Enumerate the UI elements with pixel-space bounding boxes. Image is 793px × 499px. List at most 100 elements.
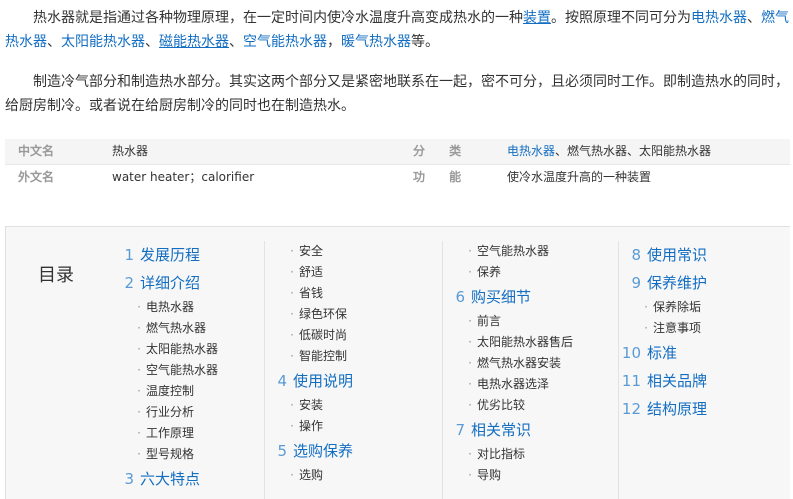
bullet-dot-icon: ·	[137, 321, 141, 335]
bullet-dot-icon: ·	[137, 300, 141, 314]
toc-section-number: 4	[277, 372, 287, 390]
bullet-dot-icon: ·	[137, 363, 141, 377]
toc-subsection[interactable]: · 智能控制	[265, 346, 434, 367]
toc-section-12[interactable]: 12 结构原理	[619, 395, 788, 423]
toc-item-text: 行业分析	[146, 405, 195, 419]
toc-item-text: 前言	[477, 314, 502, 328]
toc-item-text: 智能控制	[299, 349, 348, 363]
toc-item-text: 相关品牌	[647, 372, 708, 390]
toc-item-text: 电热水器	[146, 300, 195, 314]
toc-subsection[interactable]: · 安装	[265, 395, 434, 416]
toc-item-text: 低碳时尚	[299, 328, 348, 342]
toc-subsection[interactable]: · 工作原理	[112, 423, 262, 444]
toc-item-text: 绿色环保	[299, 307, 348, 321]
toc-item-text: 保养	[477, 265, 502, 279]
toc-section-number: 1	[124, 246, 134, 264]
toc-subsection[interactable]: · 保养	[443, 262, 617, 283]
bullet-dot-icon: ·	[468, 314, 472, 328]
link-device[interactable]: 装置	[523, 10, 551, 26]
toc-item-text: 相关常识	[471, 421, 532, 439]
toc-subsection[interactable]: · 绿色环保	[265, 304, 434, 325]
toc-subsection[interactable]: · 导购	[443, 465, 617, 486]
bullet-dot-icon: ·	[137, 447, 141, 461]
toc-subsection[interactable]: · 安全	[265, 241, 434, 262]
bullet-dot-icon: ·	[468, 447, 472, 461]
toc-item-text: 选购	[299, 468, 324, 482]
value-category: 电热水器、燃气热水器、太阳能热水器	[507, 139, 711, 164]
toc-section-2[interactable]: 2 详细介绍	[112, 269, 262, 297]
toc-item-text: 发展历程	[140, 246, 201, 264]
toc-subsection[interactable]: · 对比指标	[443, 444, 617, 465]
toc-section-7[interactable]: 7 相关常识	[443, 416, 617, 444]
toc-subsection[interactable]: · 空气能热水器	[112, 360, 262, 381]
toc-section-number: 2	[124, 274, 134, 292]
bullet-dot-icon: ·	[644, 321, 648, 335]
toc-subsection[interactable]: · 舒适	[265, 262, 434, 283]
toc-subsection[interactable]: · 温度控制	[112, 381, 262, 402]
toc-section-4[interactable]: 4 使用说明	[265, 367, 434, 395]
toc-subsection[interactable]: · 燃气热水器	[112, 318, 262, 339]
toc-subsection[interactable]: · 操作	[265, 416, 434, 437]
label-function: 功 能	[413, 170, 472, 184]
link-magnetic-water-heater[interactable]: 磁能热水器	[159, 34, 229, 50]
separator: ，	[327, 34, 341, 50]
toc-subsection[interactable]: · 太阳能热水器	[112, 339, 262, 360]
toc-subsection[interactable]: · 型号规格	[112, 444, 262, 465]
toc-section-1[interactable]: 1 发展历程	[112, 241, 262, 269]
bullet-dot-icon: ·	[290, 398, 294, 412]
bullet-dot-icon: ·	[137, 384, 141, 398]
toc-section-8[interactable]: 8 使用常识	[619, 241, 788, 269]
toc-item-text: 使用说明	[293, 372, 354, 390]
toc-section-10[interactable]: 10 标准	[619, 339, 788, 367]
toc-section-number: 5	[277, 442, 287, 460]
label-chinese-name: 中文名	[18, 144, 55, 158]
toc-section-6[interactable]: 6 购买细节	[443, 283, 617, 311]
toc-item-text: 详细介绍	[140, 274, 201, 292]
toc-section-11[interactable]: 11 相关品牌	[619, 367, 788, 395]
toc-section-number: 9	[631, 274, 641, 292]
bullet-dot-icon: ·	[468, 468, 472, 482]
toc-item-text: 结构原理	[647, 400, 708, 418]
toc-section-9[interactable]: 9 保养维护	[619, 269, 788, 297]
toc-subsection[interactable]: · 电热水器选泽	[443, 374, 617, 395]
toc-title: 目录	[38, 265, 74, 286]
link-air-energy-water-heater[interactable]: 空气能热水器	[243, 34, 327, 50]
basic-info-row: 中文名 热水器 分 类 电热水器、燃气热水器、太阳能热水器	[5, 139, 790, 164]
toc-subsection[interactable]: · 电热水器	[112, 297, 262, 318]
label-foreign-name: 外文名	[18, 170, 55, 184]
toc-section-5[interactable]: 5 选购保养	[265, 437, 434, 465]
toc-subsection[interactable]: · 行业分析	[112, 402, 262, 423]
toc-column-3: · 空气能热水器 · 保养 6 购买细节 · 前言 · 太阳能热水器售后 · 燃气热水器安装 · 电热水器…	[442, 241, 617, 499]
bullet-dot-icon: ·	[290, 244, 294, 258]
toc-subsection[interactable]: · 低碳时尚	[265, 325, 434, 346]
toc-section-number: 12	[621, 400, 641, 418]
toc-item-text: 太阳能热水器售后	[477, 335, 574, 349]
toc-item-text: 型号规格	[146, 447, 195, 461]
toc-subsection[interactable]: · 优劣比较	[443, 395, 617, 416]
separator: 、	[145, 34, 159, 50]
toc-item-text: 安装	[299, 398, 324, 412]
toc-section-3[interactable]: 3 六大特点	[112, 465, 262, 493]
bullet-dot-icon: ·	[644, 300, 648, 314]
toc-section-number: 7	[455, 421, 465, 439]
label-category: 分 类	[413, 144, 472, 158]
link-solar-water-heater[interactable]: 太阳能热水器	[61, 34, 145, 50]
separator: 、	[47, 34, 61, 50]
toc-subsection[interactable]: · 燃气热水器安装	[443, 353, 617, 374]
toc-subsection[interactable]: · 保养除垢	[619, 297, 788, 318]
bullet-dot-icon: ·	[468, 398, 472, 412]
value-function: 使冷水温度升高的一种装置	[507, 170, 652, 184]
toc-subsection[interactable]: · 省钱	[265, 283, 434, 304]
bullet-dot-icon: ·	[468, 377, 472, 391]
link-electric-water-heater[interactable]: 电热水器	[691, 10, 747, 26]
link-electric-water-heater-category[interactable]: 电热水器	[507, 144, 555, 158]
toc-subsection[interactable]: · 前言	[443, 311, 617, 332]
toc-subsection[interactable]: · 空气能热水器	[443, 241, 617, 262]
link-heating-water-heater[interactable]: 暖气热水器	[341, 34, 411, 50]
toc-subsection[interactable]: · 选购	[265, 465, 434, 486]
bullet-dot-icon: ·	[468, 356, 472, 370]
toc-subsection[interactable]: · 太阳能热水器售后	[443, 332, 617, 353]
toc-item-text: 六大特点	[140, 470, 201, 488]
bullet-dot-icon: ·	[137, 405, 141, 419]
toc-subsection[interactable]: · 注意事项	[619, 318, 788, 339]
